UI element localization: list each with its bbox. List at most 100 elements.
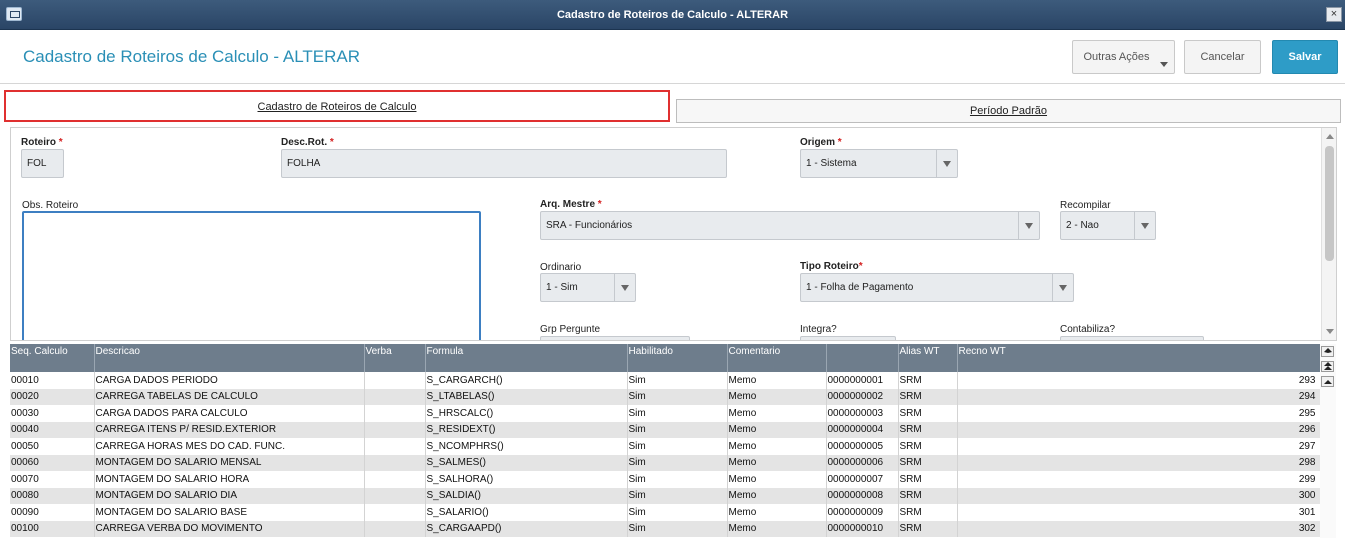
table-cell: 00010 — [10, 372, 95, 389]
grid-nav-buttons — [1320, 344, 1336, 538]
table-cell: 00100 — [10, 520, 95, 537]
table-cell: Memo — [727, 421, 827, 438]
chevron-down-icon[interactable] — [614, 274, 635, 301]
column-header[interactable] — [826, 344, 899, 372]
column-header[interactable]: Formula — [425, 344, 628, 372]
table-cell — [364, 405, 426, 422]
roteiro-field[interactable]: FOL — [21, 149, 64, 178]
arq-mestre-label: Arq. Mestre * — [540, 199, 602, 210]
recompilar-label: Recompilar — [1060, 200, 1111, 211]
tipo-roteiro-select[interactable]: 1 - Folha de Pagamento — [800, 273, 1074, 302]
table-row[interactable]: 00070 MONTAGEM DO SALARIO HORA S_SALHORA()… — [10, 471, 1320, 488]
obs-roteiro-textarea[interactable] — [22, 211, 481, 340]
tab-periodo-label: Período Padrão — [969, 105, 1048, 117]
tab-cadastro-roteiros[interactable]: Cadastro de Roteiros de Calculo — [4, 90, 670, 122]
table-cell: CARGA DADOS PARA CALCULO — [94, 405, 365, 422]
table-cell: Sim — [627, 504, 728, 521]
table-cell — [364, 454, 426, 471]
table-cell: Sim — [627, 405, 728, 422]
table-row[interactable]: 00090 MONTAGEM DO SALARIO BASE S_SALARIO()… — [10, 504, 1320, 521]
table-cell: 0000000007 — [826, 471, 899, 488]
table-cell: 0000000002 — [826, 388, 899, 405]
table-cell: Memo — [727, 438, 827, 455]
form-scrollbar[interactable] — [1321, 128, 1336, 340]
table-cell: 300 — [957, 487, 1320, 504]
table-cell: S_LTABELAS() — [425, 388, 628, 405]
contabiliza-label: Contabiliza? — [1060, 324, 1116, 335]
table-cell: Memo — [727, 487, 827, 504]
chevron-down-icon[interactable] — [1052, 274, 1073, 301]
page-up-icon[interactable] — [1321, 361, 1334, 372]
table-cell: Memo — [727, 504, 827, 521]
chevron-down-icon[interactable] — [1018, 212, 1039, 239]
table-row[interactable]: 00010 CARGA DADOS PERIODO S_CARGARCH() Sim M… — [10, 372, 1320, 389]
column-header[interactable]: Seq. Calculo — [10, 344, 95, 372]
arq-mestre-select[interactable]: SRA - Funcionários — [540, 211, 1040, 240]
column-header[interactable]: Comentario — [727, 344, 827, 372]
table-cell: Sim — [627, 438, 728, 455]
recompilar-select[interactable]: 2 - Nao — [1060, 211, 1156, 240]
table-cell: MONTAGEM DO SALARIO HORA — [94, 471, 365, 488]
table-row[interactable]: 00040 CARREGA ITENS P/ RESID.EXTERIOR S_RE… — [10, 421, 1320, 438]
window-titlebar: Cadastro de Roteiros de Calculo - ALTERA… — [0, 0, 1345, 30]
tab-periodo-padrao[interactable]: Período Padrão — [676, 99, 1341, 123]
cancel-button[interactable]: Cancelar — [1184, 40, 1261, 74]
desc-rot-label: Desc.Rot. * — [281, 137, 334, 148]
desc-rot-field[interactable]: FOLHA — [281, 149, 727, 178]
table-cell: 00030 — [10, 405, 95, 422]
table-cell: S_SALARIO() — [425, 504, 628, 521]
contabiliza-select[interactable] — [1060, 336, 1204, 340]
column-header[interactable]: Descricao — [94, 344, 365, 372]
scroll-thumb[interactable] — [1325, 146, 1334, 261]
table-cell: CARREGA TABELAS DE CALCULO — [94, 388, 365, 405]
column-header[interactable]: Verba — [364, 344, 426, 372]
close-icon[interactable]: × — [1326, 7, 1342, 22]
origem-select[interactable]: 1 - Sistema — [800, 149, 958, 178]
table-row[interactable]: 00020 CARREGA TABELAS DE CALCULO S_LTABELA… — [10, 388, 1320, 405]
table-cell — [364, 471, 426, 488]
page-title: Cadastro de Roteiros de Calculo - ALTERA… — [23, 47, 361, 66]
table-cell: Memo — [727, 520, 827, 537]
table-row[interactable]: 00080 MONTAGEM DO SALARIO DIA S_SALDIA() Si… — [10, 487, 1320, 504]
table-cell: 294 — [957, 388, 1320, 405]
origem-label: Origem * — [800, 137, 842, 148]
previous-record-icon[interactable] — [1321, 376, 1334, 387]
table-cell: SRM — [898, 388, 958, 405]
table-cell: 293 — [957, 372, 1320, 389]
scroll-up-icon[interactable] — [1326, 134, 1334, 139]
table-cell: SRM — [898, 421, 958, 438]
column-header[interactable]: Habilitado — [627, 344, 728, 372]
window-title: Cadastro de Roteiros de Calculo - ALTERA… — [556, 9, 789, 21]
save-button[interactable]: Salvar — [1272, 40, 1338, 74]
table-cell: SRM — [898, 504, 958, 521]
table-cell: CARGA DADOS PERIODO — [94, 372, 365, 389]
table-cell — [364, 438, 426, 455]
table-cell: CARREGA VERBA DO MOVIMENTO — [94, 520, 365, 537]
table-cell: S_CARGARCH() — [425, 372, 628, 389]
ordinario-select[interactable]: 1 - Sim — [540, 273, 636, 302]
outras-acoes-button[interactable]: Outras Ações — [1072, 40, 1175, 74]
table-cell: SRM — [898, 471, 958, 488]
table-row[interactable]: 00100 CARREGA VERBA DO MOVIMENTO S_CARGAAP… — [10, 520, 1320, 537]
roteiro-grid: Seq. Calculo Descricao Verba Formula Hab… — [10, 344, 1320, 538]
first-record-icon[interactable] — [1321, 346, 1334, 357]
scroll-down-icon[interactable] — [1326, 329, 1334, 334]
grp-pergunte-field[interactable] — [540, 336, 690, 340]
column-header[interactable]: Alias WT — [898, 344, 958, 372]
table-cell: Sim — [627, 487, 728, 504]
column-header[interactable]: Recno WT — [957, 344, 1320, 372]
table-cell: S_HRSCALC() — [425, 405, 628, 422]
table-cell: Memo — [727, 454, 827, 471]
chevron-down-icon[interactable] — [936, 150, 957, 177]
integra-select[interactable] — [800, 336, 896, 340]
chevron-down-icon[interactable] — [1134, 212, 1155, 239]
table-row[interactable]: 00060 MONTAGEM DO SALARIO MENSAL S_SALMES(… — [10, 454, 1320, 471]
table-cell: Memo — [727, 372, 827, 389]
table-row[interactable]: 00050 CARREGA HORAS MES DO CAD. FUNC. S_NC… — [10, 438, 1320, 455]
table-cell: SRM — [898, 405, 958, 422]
table-row[interactable]: 00030 CARGA DADOS PARA CALCULO S_HRSCALC()… — [10, 405, 1320, 422]
table-cell: 0000000005 — [826, 438, 899, 455]
table-cell: 00080 — [10, 487, 95, 504]
table-header-row: Seq. Calculo Descricao Verba Formula Hab… — [10, 344, 1320, 372]
table-cell: CARREGA ITENS P/ RESID.EXTERIOR — [94, 421, 365, 438]
